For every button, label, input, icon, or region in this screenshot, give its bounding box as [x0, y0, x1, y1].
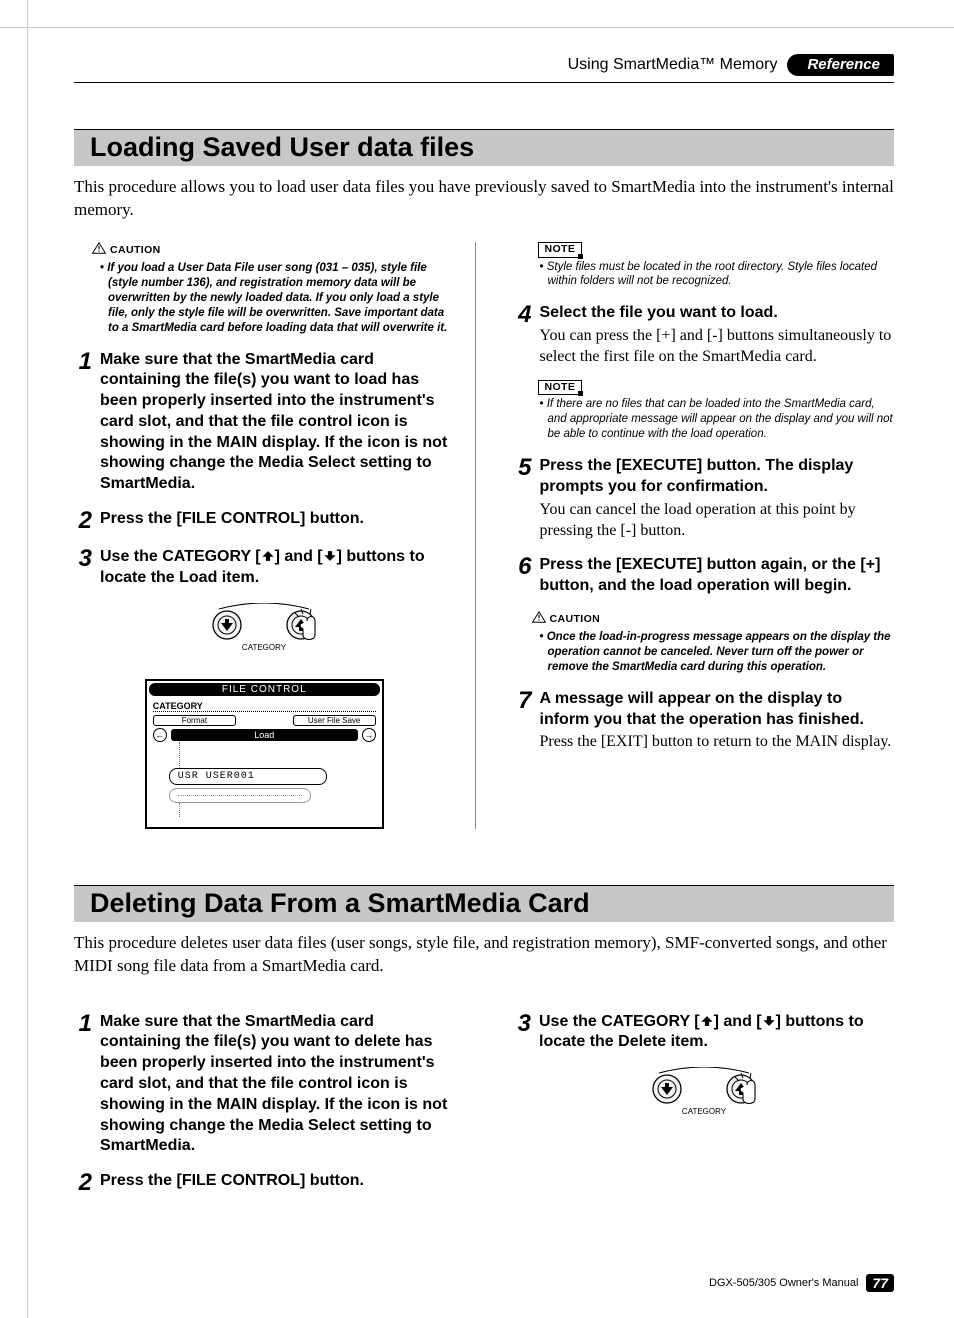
down-arrow-icon	[762, 1013, 776, 1030]
caution-label: CAUTION	[550, 613, 601, 627]
step-3-text: Use the CATEGORY [] and [] buttons to lo…	[100, 547, 455, 589]
footer-text: DGX-505/305 Owner's Manual	[709, 1277, 858, 1289]
del-step-2-text: Press the [FILE CONTROL] button.	[100, 1171, 455, 1192]
section-intro-deleting: This procedure deletes user data files (…	[74, 932, 894, 978]
page-number: 77	[866, 1274, 894, 1292]
caution-box-1: CAUTION If you load a User Data File use…	[74, 242, 455, 336]
caution-text-1: If you load a User Data File user song (…	[98, 261, 455, 336]
step-number: 5	[514, 456, 532, 541]
lcd-empty-slot	[169, 788, 311, 803]
step-number: 1	[74, 350, 92, 496]
del-step-1-text: Make sure that the SmartMedia card conta…	[100, 1012, 455, 1158]
del-step-3: 3 Use the CATEGORY [] and [] buttons to …	[513, 1012, 894, 1054]
del-step-2: 2 Press the [FILE CONTROL] button.	[74, 1171, 455, 1195]
lcd-category-label: CATEGORY	[153, 701, 376, 712]
breadcrumb: Using SmartMedia™ Memory	[568, 56, 778, 74]
step-number: 2	[74, 509, 92, 533]
reference-pill: Reference	[787, 54, 894, 76]
lcd-tab-userfilesave: User File Save	[293, 715, 376, 726]
section-intro-loading: This procedure allows you to load user d…	[74, 176, 894, 222]
lcd-tab-format: Format	[153, 715, 236, 726]
category-label: CATEGORY	[242, 643, 287, 652]
step-3: 3 Use the CATEGORY [] and [] buttons to …	[74, 547, 455, 589]
note-text-1: Style files must be located in the root …	[538, 260, 895, 290]
del-step-1: 1 Make sure that the SmartMedia card con…	[74, 1012, 455, 1158]
note-text-2: If there are no files that can be loaded…	[538, 397, 895, 442]
step-5-title: Press the [EXECUTE] button. The display …	[540, 456, 895, 498]
step-4-title: Select the file you want to load.	[540, 303, 895, 324]
page-footer: DGX-505/305 Owner's Manual 77	[709, 1274, 894, 1292]
step-number: 6	[514, 555, 532, 597]
step-6-title: Press the [EXECUTE] button again, or the…	[540, 555, 895, 597]
caution-label: CAUTION	[110, 244, 161, 258]
step-7: 7 A message will appear on the display t…	[514, 689, 895, 753]
step-2: 2 Press the [FILE CONTROL] button.	[74, 509, 455, 533]
svg-text:CATEGORY: CATEGORY	[681, 1107, 726, 1116]
warning-icon	[532, 611, 546, 628]
lcd-screenshot: FILE CONTROL CATEGORY Format User File S…	[145, 679, 384, 829]
caution-box-2: CAUTION Once the load-in-progress messag…	[514, 611, 895, 675]
up-arrow-icon	[700, 1013, 714, 1030]
step-4-text: You can press the [+] and [-] buttons si…	[540, 326, 895, 368]
step-number: 3	[74, 547, 92, 589]
lcd-filename: USR USER001	[169, 768, 327, 785]
step-number: 4	[514, 303, 532, 367]
category-buttons-diagram: CATEGORY	[74, 603, 455, 669]
step-2-text: Press the [FILE CONTROL] button.	[100, 509, 455, 530]
step-7-title: A message will appear on the display to …	[540, 689, 895, 731]
step-1: 1 Make sure that the SmartMedia card con…	[74, 350, 455, 496]
step-4: 4 Select the file you want to load. You …	[514, 303, 895, 367]
section-title-deleting: Deleting Data From a SmartMedia Card	[74, 885, 894, 922]
note-box-2: NOTE If there are no files that can be l…	[514, 380, 895, 442]
page-header: Using SmartMedia™ Memory Reference	[74, 54, 894, 76]
step-1-text: Make sure that the SmartMedia card conta…	[100, 350, 455, 496]
category-buttons-diagram-2: CATEGORY	[513, 1067, 894, 1133]
step-number: 7	[514, 689, 532, 753]
caution-text-2: Once the load-in-progress message appear…	[538, 630, 895, 675]
note-box-1: NOTE Style files must be located in the …	[514, 242, 895, 290]
lcd-load-label: Load	[171, 729, 358, 741]
lcd-title: FILE CONTROL	[149, 683, 380, 696]
step-7-text: Press the [EXIT] button to return to the…	[540, 732, 895, 753]
lcd-right-arrow-icon: →	[362, 728, 376, 742]
step-5-text: You can cancel the load operation at thi…	[540, 500, 895, 542]
warning-icon	[92, 242, 106, 259]
step-5: 5 Press the [EXECUTE] button. The displa…	[514, 456, 895, 541]
note-label: NOTE	[538, 242, 583, 258]
header-rule	[74, 82, 894, 83]
lcd-left-arrow-icon: ←	[153, 728, 167, 742]
step-6: 6 Press the [EXECUTE] button again, or t…	[514, 555, 895, 597]
up-arrow-icon	[261, 548, 275, 565]
down-arrow-icon	[323, 548, 337, 565]
step-number: 1	[74, 1012, 92, 1158]
del-step-3-text: Use the CATEGORY [] and [] buttons to lo…	[539, 1012, 894, 1054]
step-number: 2	[74, 1171, 92, 1195]
section-title-loading: Loading Saved User data files	[74, 129, 894, 166]
step-number: 3	[513, 1012, 531, 1054]
note-label: NOTE	[538, 380, 583, 396]
